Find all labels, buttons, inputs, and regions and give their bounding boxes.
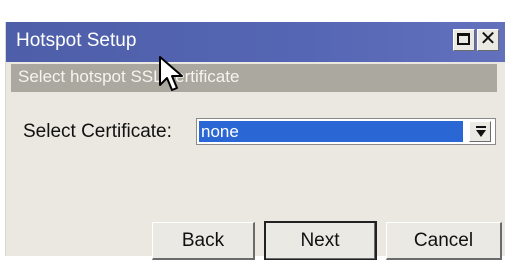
certificate-selected-value[interactable]: none bbox=[199, 121, 463, 142]
screenshot-frame: Hotspot Setup ✕ Select hotspot SSL certi… bbox=[0, 0, 517, 260]
hotspot-setup-dialog: Hotspot Setup ✕ Select hotspot SSL certi… bbox=[5, 22, 505, 260]
close-button[interactable]: ✕ bbox=[477, 28, 499, 51]
cancel-button[interactable]: Cancel bbox=[386, 222, 502, 260]
maximize-button[interactable] bbox=[453, 29, 475, 51]
back-button[interactable]: Back bbox=[152, 222, 255, 260]
maximize-icon bbox=[457, 33, 470, 45]
next-button[interactable]: Next bbox=[264, 221, 377, 260]
step-header: Select hotspot SSL certificate bbox=[11, 64, 497, 92]
certificate-label: Select Certificate: bbox=[23, 121, 172, 142]
window-title: Hotspot Setup bbox=[16, 30, 137, 51]
step-description: Select hotspot SSL certificate bbox=[18, 67, 240, 86]
certificate-dropdown-button[interactable] bbox=[469, 121, 491, 142]
title-bar[interactable]: Hotspot Setup ✕ bbox=[6, 22, 505, 62]
certificate-select[interactable]: none bbox=[196, 118, 496, 145]
dropdown-arrow-icon bbox=[476, 126, 486, 137]
mouse-cursor-icon bbox=[159, 56, 183, 91]
close-icon: ✕ bbox=[479, 28, 497, 50]
